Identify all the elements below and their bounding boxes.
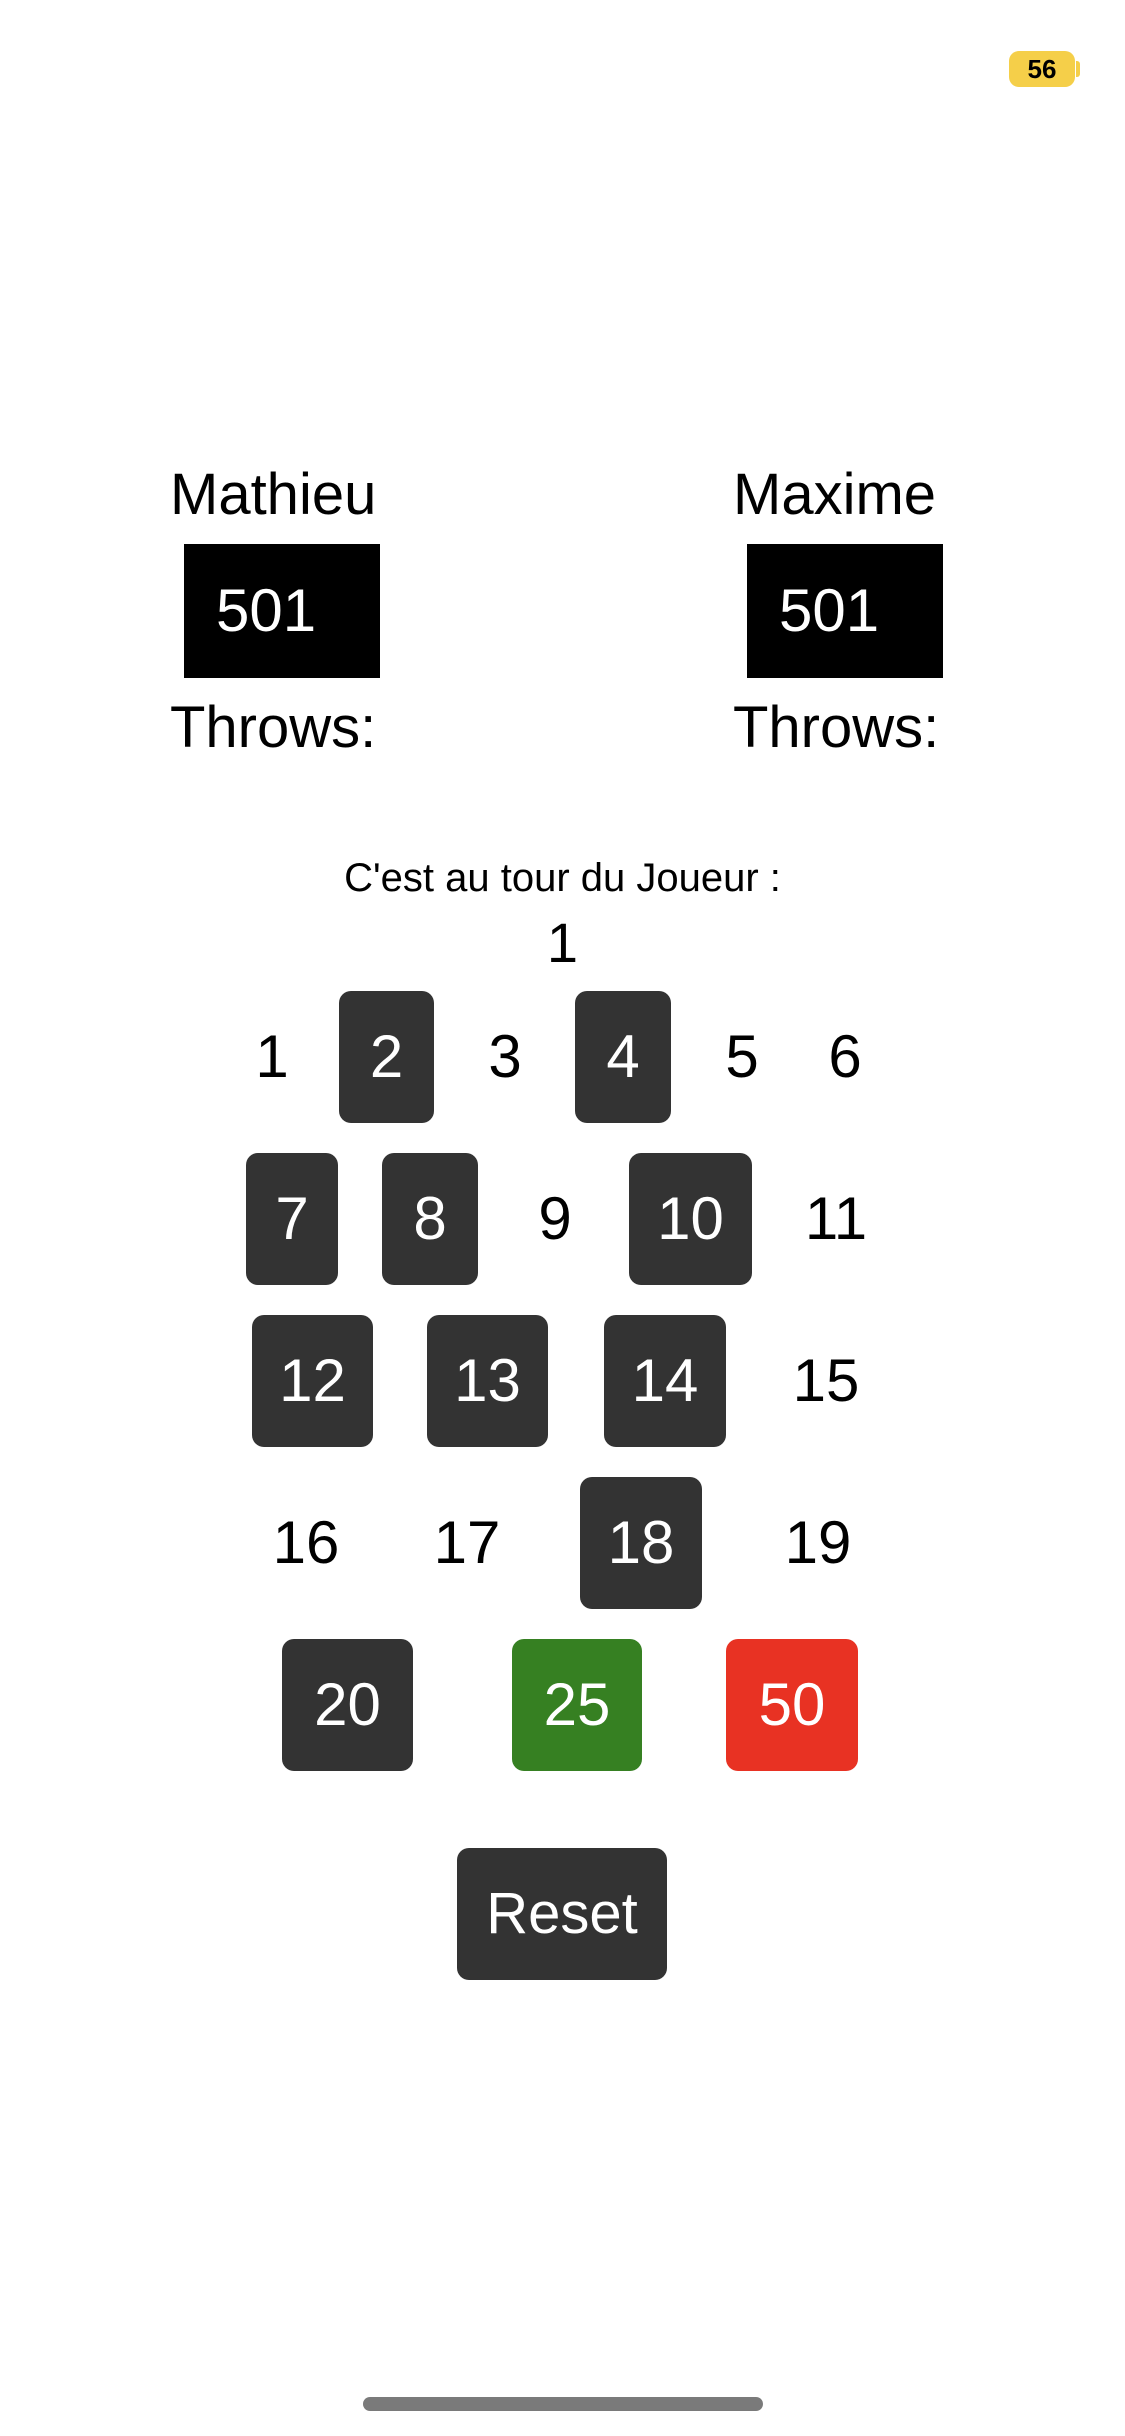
turn-label: C'est au tour du Joueur : — [344, 856, 781, 900]
dart-number-button[interactable]: 17 — [417, 1477, 517, 1609]
app-screen: 56 Mathieu 501 Throws: Maxime 501 Throws… — [0, 0, 1125, 2436]
dart-number-button[interactable]: 8 — [382, 1153, 478, 1285]
dart-number-button[interactable]: 3 — [465, 991, 545, 1123]
dart-number-button[interactable]: 9 — [515, 1153, 595, 1285]
dart-number-button[interactable]: 18 — [580, 1477, 702, 1609]
player-1-name: Mathieu — [170, 462, 377, 527]
player-2-score: 501 — [747, 544, 943, 678]
dart-number-button[interactable]: 6 — [805, 991, 885, 1123]
dart-number-button[interactable]: 13 — [427, 1315, 548, 1447]
dart-number-button[interactable]: 1 — [232, 991, 312, 1123]
dart-number-button[interactable]: 4 — [575, 991, 671, 1123]
battery-icon — [1076, 61, 1080, 77]
dart-number-button[interactable]: 15 — [776, 1315, 876, 1447]
player-2-name: Maxime — [733, 462, 937, 527]
home-indicator[interactable] — [363, 2397, 763, 2411]
dart-number-button[interactable]: 5 — [702, 991, 782, 1123]
dart-number-button[interactable]: 7 — [246, 1153, 338, 1285]
player-1-throws-label: Throws: — [170, 695, 377, 760]
reset-button[interactable]: Reset — [457, 1848, 667, 1980]
dart-number-button[interactable]: 11 — [786, 1153, 886, 1285]
dart-number-button[interactable]: 2 — [339, 991, 434, 1123]
bullseye-50-button[interactable]: 50 — [726, 1639, 858, 1771]
dart-number-button[interactable]: 16 — [256, 1477, 356, 1609]
dart-number-button[interactable]: 14 — [604, 1315, 726, 1447]
battery-indicator: 56 — [1009, 51, 1075, 87]
dart-number-button[interactable]: 19 — [768, 1477, 868, 1609]
current-player-number: 1 — [546, 911, 579, 974]
dart-number-button[interactable]: 10 — [629, 1153, 752, 1285]
dart-number-button[interactable]: 12 — [252, 1315, 373, 1447]
bull-25-button[interactable]: 25 — [512, 1639, 642, 1771]
dart-number-button[interactable]: 20 — [282, 1639, 413, 1771]
player-2-throws-label: Throws: — [733, 695, 940, 760]
player-1-score: 501 — [184, 544, 380, 678]
